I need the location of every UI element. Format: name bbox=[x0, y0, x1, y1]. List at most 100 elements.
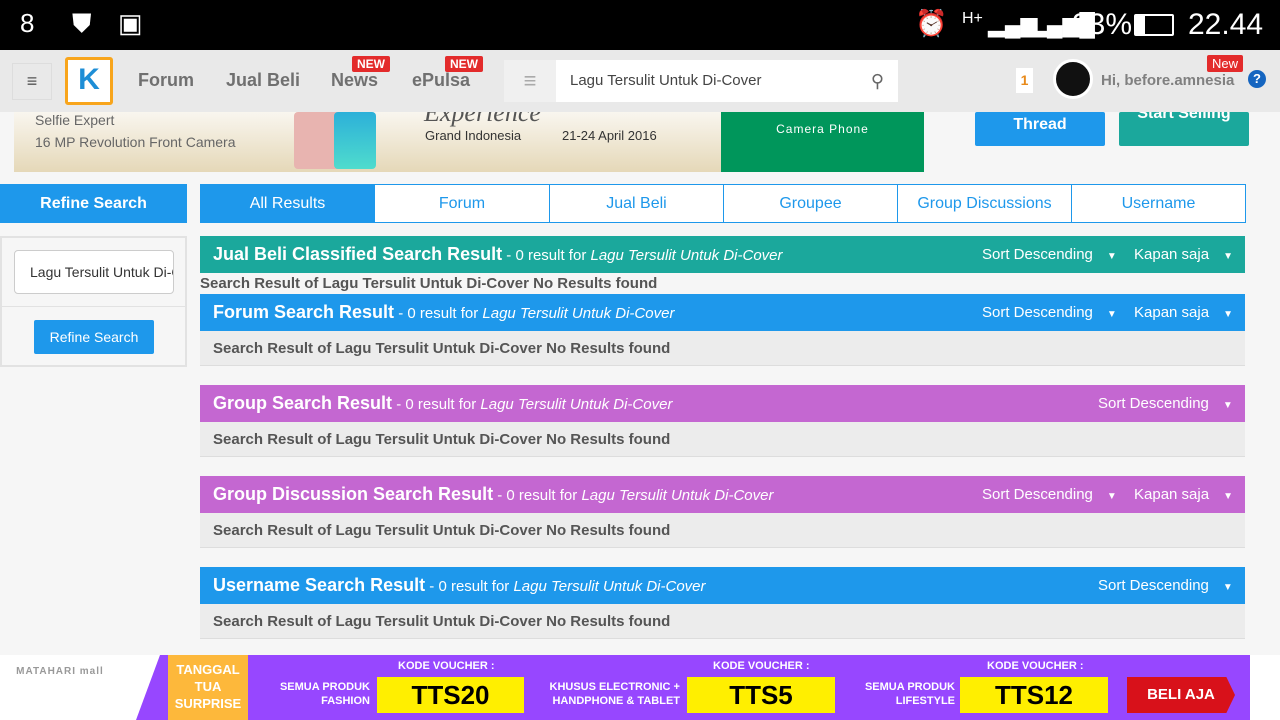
caret-down-icon: ▼ bbox=[1222, 582, 1233, 593]
search-query: Lagu Tersulit Untuk Di-Cover bbox=[581, 487, 774, 504]
search-query: Lagu Tersulit Untuk Di-Cover bbox=[480, 396, 673, 413]
matahari-mall-logo: MATAHARI mall bbox=[0, 655, 160, 720]
caret-down-icon: ▼ bbox=[1106, 251, 1117, 262]
clock: 22.44 bbox=[1188, 8, 1264, 41]
voucher-desc: SEMUA PRODUK FASHION bbox=[279, 681, 370, 707]
help-icon[interactable]: ? bbox=[1248, 70, 1266, 88]
search-input-value: Lagu Tersulit Untuk Di-Cover bbox=[570, 72, 762, 89]
no-results-message: Search Result of Lagu Tersulit Untuk Di-… bbox=[200, 422, 1245, 457]
voucher-desc: SEMUA PRODUK LIFESTYLE bbox=[864, 681, 955, 707]
voucher-code: TTS5 bbox=[687, 677, 835, 713]
section-header: Username Search Result - 0 result for La… bbox=[200, 567, 1245, 604]
banner-line2: 16 MP Revolution Front Camera bbox=[35, 134, 236, 150]
section-title: Jual Beli Classified Search Result bbox=[213, 244, 503, 264]
caret-down-icon: ▼ bbox=[1223, 309, 1233, 320]
caret-down-icon: ▼ bbox=[1106, 491, 1117, 502]
time-label: Kapan saja bbox=[1134, 246, 1210, 263]
section-title: Group Search Result bbox=[213, 393, 393, 413]
nav-jual-beli[interactable]: Jual Beli bbox=[226, 70, 300, 91]
caret-down-icon: ▼ bbox=[1223, 251, 1233, 262]
banner-camera: Camera Phone bbox=[721, 112, 924, 172]
tab-jual-beli[interactable]: Jual Beli bbox=[549, 184, 724, 223]
section-title: Username Search Result bbox=[213, 575, 426, 595]
search-query: Lagu Tersulit Untuk Di-Cover bbox=[482, 305, 675, 322]
notification-count[interactable]: 1 bbox=[1016, 68, 1033, 93]
time-label: Kapan saja bbox=[1134, 486, 1210, 503]
sort-label: Sort Descending bbox=[1098, 577, 1209, 594]
network-type: H+ bbox=[962, 10, 983, 27]
time-dropdown[interactable]: Kapan saja ▼ bbox=[1134, 294, 1233, 333]
caret-down-icon: ▼ bbox=[1223, 491, 1233, 502]
caret-down-icon: ▼ bbox=[1106, 309, 1117, 320]
result-count: - 0 result for bbox=[392, 396, 481, 413]
sort-dropdown[interactable]: Sort Descending ▼ bbox=[982, 236, 1117, 275]
time-dropdown[interactable]: Kapan saja ▼ bbox=[1134, 476, 1233, 515]
bottom-ad-banner[interactable]: MATAHARI mall TANGGAL TUA SURPRISE KODE … bbox=[0, 655, 1280, 720]
avatar[interactable] bbox=[1053, 59, 1093, 99]
menu-button[interactable]: ≡ bbox=[12, 63, 52, 100]
sort-label: Sort Descending bbox=[982, 304, 1093, 321]
nav-news[interactable]: News bbox=[331, 70, 378, 91]
tab-forum[interactable]: Forum bbox=[374, 184, 550, 223]
user-greeting[interactable]: Hi, before.amnesia bbox=[1101, 72, 1234, 89]
result-count: - 0 result for bbox=[502, 247, 591, 264]
user-new-badge: New bbox=[1207, 55, 1244, 72]
refine-search-input[interactable]: Lagu Tersulit Untuk Di-Cover bbox=[14, 250, 174, 294]
refine-panel: Lagu Tersulit Untuk Di-Cover Refine Sear… bbox=[0, 236, 187, 367]
buy-now-button[interactable]: BELI AJA bbox=[1127, 677, 1235, 713]
search-input[interactable]: Lagu Tersulit Untuk Di-Cover ⚲ bbox=[556, 60, 898, 102]
bbm-icon: ▣ bbox=[118, 8, 143, 38]
time-dropdown[interactable]: Kapan saja ▼ bbox=[1134, 236, 1233, 275]
nav-epulsa[interactable]: ePulsa bbox=[412, 70, 470, 91]
sort-dropdown[interactable]: Sort Descending ▼ bbox=[982, 476, 1117, 515]
voucher-code: TTS20 bbox=[377, 677, 524, 713]
voucher-code: TTS12 bbox=[960, 677, 1108, 713]
battery-percent: 23% bbox=[1072, 8, 1133, 41]
result-count: - 0 result for bbox=[493, 487, 582, 504]
create-thread-button[interactable]: Thread bbox=[975, 112, 1105, 146]
voucher-desc: KHUSUS ELECTRONIC + HANDPHONE & TABLET bbox=[549, 681, 681, 707]
caret-down-icon: ▼ bbox=[1222, 400, 1233, 411]
epulsa-new-badge: NEW bbox=[445, 56, 483, 72]
section-header: Group Search Result - 0 result for Lagu … bbox=[200, 385, 1245, 422]
kaskus-logo[interactable]: K bbox=[65, 57, 113, 105]
banner-venue: Grand Indonesia bbox=[425, 128, 522, 143]
section-header: Jual Beli Classified Search Result - 0 r… bbox=[200, 236, 1245, 273]
alarm-icon: ⏰ bbox=[915, 8, 948, 38]
no-results-message: Search Result of Lagu Tersulit Untuk Di-… bbox=[200, 513, 1245, 548]
phone-image-2 bbox=[334, 112, 376, 169]
voucher-label: KODE VOUCHER : bbox=[713, 660, 810, 672]
tab-username[interactable]: Username bbox=[1071, 184, 1246, 223]
sort-label: Sort Descending bbox=[982, 246, 1093, 263]
banner-line1: Selfie Expert bbox=[35, 112, 115, 128]
search-query: Lagu Tersulit Untuk Di-Cover bbox=[513, 578, 706, 595]
section-header: Forum Search Result - 0 result for Lagu … bbox=[200, 294, 1245, 331]
banner-headline: Experience bbox=[424, 112, 541, 127]
tab-groupee[interactable]: Groupee bbox=[723, 184, 898, 223]
banner-dates: 21-24 April 2016 bbox=[562, 128, 657, 143]
start-selling-button[interactable]: Start Selling bbox=[1119, 112, 1249, 146]
no-results-message: Search Result of Lagu Tersulit Untuk Di-… bbox=[200, 275, 658, 292]
news-new-badge: NEW bbox=[352, 56, 390, 72]
sort-dropdown[interactable]: Sort Descending ▼ bbox=[1098, 567, 1233, 606]
search-icon[interactable]: ⚲ bbox=[871, 60, 884, 102]
search-category-icon[interactable]: ≡ bbox=[504, 60, 556, 102]
section-header: Group Discussion Search Result - 0 resul… bbox=[200, 476, 1245, 513]
nav-forum[interactable]: Forum bbox=[138, 70, 194, 91]
sort-label: Sort Descending bbox=[982, 486, 1093, 503]
result-count: - 0 result for bbox=[425, 578, 514, 595]
tab-all-results[interactable]: All Results bbox=[200, 184, 375, 223]
time-label: Kapan saja bbox=[1134, 304, 1210, 321]
shield-icon: ⛊ bbox=[72, 8, 92, 38]
sidebar-title: Refine Search bbox=[0, 184, 187, 223]
tab-group-discussions[interactable]: Group Discussions bbox=[897, 184, 1072, 223]
refine-search-button[interactable]: Refine Search bbox=[34, 320, 154, 354]
search-query: Lagu Tersulit Untuk Di-Cover bbox=[590, 247, 783, 264]
voucher-label: KODE VOUCHER : bbox=[987, 660, 1084, 672]
status-bar: 8 ⛊ ▣ ⏰ H+ ▂▄▆ ▂▄▆█ 23% 22.44 bbox=[0, 0, 1280, 50]
sort-label: Sort Descending bbox=[1098, 395, 1209, 412]
sort-dropdown[interactable]: Sort Descending ▼ bbox=[982, 294, 1117, 333]
brand-name: MATAHARI mall bbox=[16, 666, 104, 677]
ad-banner[interactable]: Selfie Expert 16 MP Revolution Front Cam… bbox=[14, 112, 924, 172]
sort-dropdown[interactable]: Sort Descending ▼ bbox=[1098, 385, 1233, 424]
